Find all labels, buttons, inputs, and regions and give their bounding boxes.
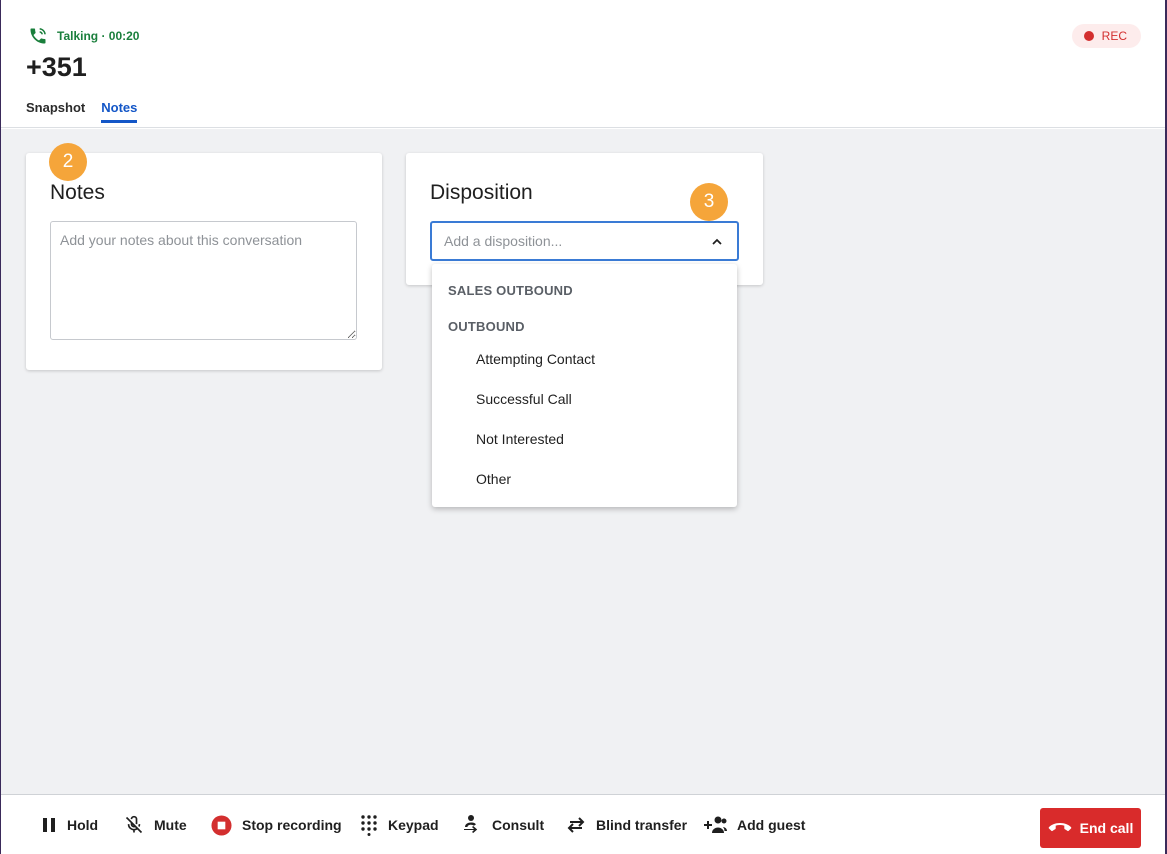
mute-button[interactable]: Mute [124, 795, 187, 854]
option-other[interactable]: Other [476, 471, 511, 487]
pause-icon [41, 817, 57, 833]
swap-arrows-icon [566, 816, 586, 834]
add-guest-label: Add guest [737, 817, 806, 833]
notes-title: Notes [50, 181, 105, 204]
stop-recording-button[interactable]: Stop recording [211, 795, 342, 854]
step-badge-2: 2 [49, 143, 87, 181]
app-window: Talking · 00:20 +351 REC Snapshot Notes … [0, 0, 1167, 854]
call-header: Talking · 00:20 +351 REC Snapshot Notes [1, 0, 1165, 128]
recording-badge: REC [1071, 24, 1141, 48]
keypad-button[interactable]: Keypad [360, 795, 439, 854]
phone-number: +351 [26, 52, 87, 82]
hang-up-icon [1048, 822, 1072, 834]
notes-card: Notes [26, 153, 382, 370]
step-badge-3: 3 [690, 183, 728, 221]
stop-record-icon [211, 814, 232, 836]
consult-label: Consult [492, 817, 545, 833]
record-dot-icon [1083, 31, 1094, 41]
recording-label: REC [1101, 29, 1127, 43]
notes-textarea[interactable] [50, 221, 357, 340]
end-call-button[interactable]: End call [1040, 808, 1141, 848]
blind-transfer-label: Blind transfer [596, 817, 688, 833]
disposition-title: Disposition [430, 181, 533, 204]
call-status: Talking · 00:20 [27, 26, 139, 46]
consult-button[interactable]: Consult [462, 795, 544, 854]
consult-icon [462, 814, 482, 836]
tab-snapshot[interactable]: Snapshot [26, 100, 85, 123]
keypad-label: Keypad [388, 817, 439, 833]
disposition-select[interactable]: Add a disposition... [430, 221, 739, 261]
stop-recording-label: Stop recording [242, 817, 342, 833]
disposition-dropdown: SALES OUTBOUND OUTBOUND Attempting Conta… [432, 264, 737, 507]
add-person-icon [703, 816, 727, 834]
end-call-label: End call [1079, 820, 1134, 836]
dialpad-icon [360, 814, 378, 836]
hold-button[interactable]: Hold [41, 795, 98, 854]
option-not-interested[interactable]: Not Interested [476, 431, 564, 447]
blind-transfer-button[interactable]: Blind transfer [566, 795, 687, 854]
phone-in-talk-icon [27, 26, 49, 46]
tab-notes[interactable]: Notes [101, 100, 138, 123]
option-successful-call[interactable]: Successful Call [476, 391, 572, 407]
group-label-sales-outbound: SALES OUTBOUND [448, 283, 573, 298]
chevron-up-icon[interactable] [709, 234, 725, 250]
add-guest-button[interactable]: Add guest [703, 795, 805, 854]
call-controls-bar: Hold Mute Stop recording Keypad Consult … [1, 794, 1165, 854]
option-attempting-contact[interactable]: Attempting Contact [476, 351, 595, 367]
call-status-text: Talking · 00:20 [57, 29, 140, 43]
disposition-placeholder: Add a disposition... [444, 233, 563, 249]
hold-label: Hold [67, 817, 99, 833]
mute-label: Mute [154, 817, 187, 833]
tab-bar: Snapshot Notes [26, 100, 138, 123]
group-label-outbound: OUTBOUND [448, 319, 525, 334]
mic-off-icon [124, 815, 144, 835]
